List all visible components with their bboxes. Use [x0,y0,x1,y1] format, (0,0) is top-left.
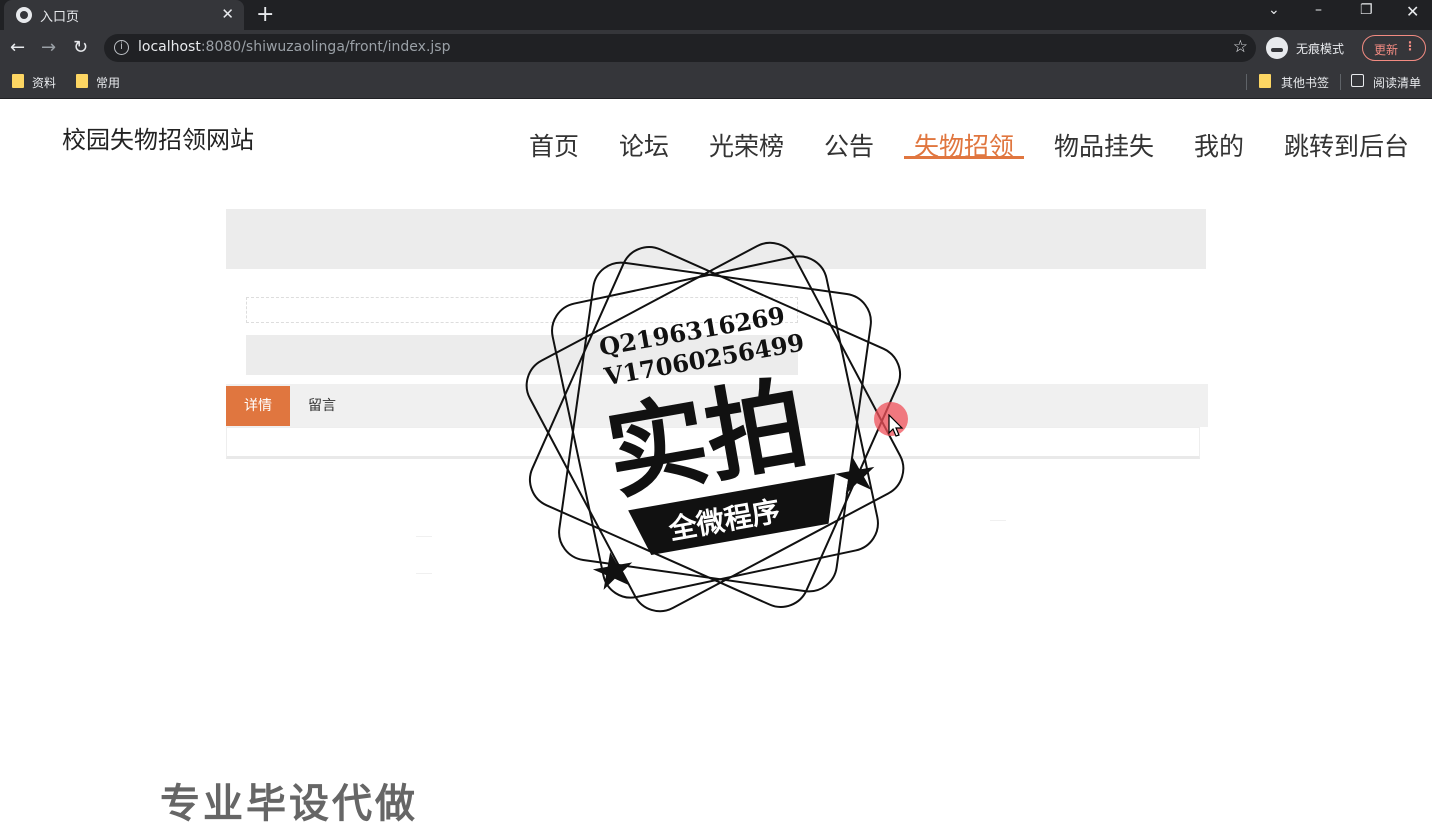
new-tab-icon[interactable]: + [256,2,274,27]
tab-title: 入口页 [40,10,80,25]
nav-backend[interactable]: 跳转到后台 [1284,127,1409,163]
address-bar[interactable]: i localhost:8080/shiwuzaolinga/front/ind… [104,34,1256,62]
reload-icon[interactable]: ↻ [73,37,88,58]
browser-tab[interactable]: 入口页 ✕ [4,0,244,30]
nav-announcements[interactable]: 公告 [824,127,874,163]
tab-comments[interactable]: 留言 [308,386,336,426]
divider [1246,74,1247,90]
site-title: 校园失物招领网站 [62,126,254,154]
nav-report-lost[interactable]: 物品挂失 [1054,127,1154,163]
divider [416,536,432,537]
back-icon[interactable]: ← [10,37,25,58]
update-button[interactable]: 更新 ⋮ [1362,35,1426,61]
window-close-icon[interactable]: ✕ [1406,2,1419,21]
watermark-stamp: Q2196316269 V17060256499 实拍 全微程序 [525,241,905,613]
mouse-pointer-icon [888,414,904,437]
close-icon[interactable]: ✕ [221,5,234,23]
incognito-label: 无痕模式 [1296,42,1345,56]
folder-icon [76,74,88,88]
globe-icon [16,7,32,23]
incognito-icon [1266,37,1288,59]
tab-search-icon[interactable]: ⌄ [1268,2,1280,18]
folder-icon [12,74,24,88]
bookmarks-bar: 资料 常用 其他书签 阅读清单 [0,66,1432,99]
nav-home[interactable]: 首页 [529,127,579,163]
divider [1340,74,1341,90]
restore-icon[interactable]: ❐ [1360,2,1373,18]
forward-icon[interactable]: → [41,37,56,58]
info-icon[interactable]: i [114,40,129,55]
folder-icon [1259,74,1271,88]
bookmark-label: 常用 [96,76,121,90]
browser-tab-bar: 入口页 ✕ + ⌄ – ❐ ✕ [0,0,1432,30]
nav-forum[interactable]: 论坛 [619,127,669,163]
divider [416,573,432,574]
browser-toolbar: ← → ↻ i localhost:8080/shiwuzaolinga/fro… [0,30,1432,66]
nav-mine[interactable]: 我的 [1194,127,1244,163]
promo-text: 专业毕设代做 [160,781,418,827]
reading-list-label: 阅读清单 [1373,76,1422,90]
other-bookmarks-label: 其他书签 [1281,76,1330,90]
nav-honor-roll[interactable]: 光荣榜 [709,127,784,163]
bookmark-label: 资料 [32,76,57,90]
url-host: localhost [138,39,201,55]
url-path: :8080/shiwuzaolinga/front/index.jsp [200,39,451,55]
menu-dots-icon: ⋮ [1404,39,1416,53]
reading-list-icon [1351,74,1364,87]
update-label: 更新 [1374,43,1399,57]
nav-active-underline [904,156,1024,159]
minimize-icon[interactable]: – [1315,2,1322,18]
bookmark-star-icon[interactable]: ☆ [1233,37,1248,57]
tab-detail[interactable]: 详情 [226,386,290,426]
divider [990,520,1006,521]
